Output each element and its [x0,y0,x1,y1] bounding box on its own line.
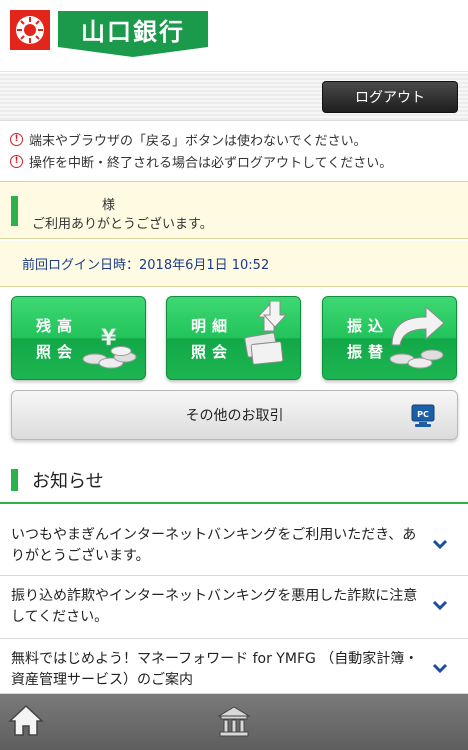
news-item-text: 無料ではじめよう！マネーフォワード for YMFG （自動家計簿・資産管理サー… [11,651,419,688]
welcome-accent-bar [11,196,18,226]
toolbar: ログアウト [0,73,468,121]
news-item-text: いつもやまぎんインターネットバンキングをご利用いただき、ありがとうございます。 [11,527,417,564]
news-item-text: 振り込め詐欺やインターネットバンキングを悪用した詐欺に注意してください。 [11,588,418,625]
button-label: 残高 照会 [36,317,79,361]
chevron-down-icon [432,600,448,611]
bank-logo-icon [10,10,50,50]
svg-text:PC: PC [417,410,429,419]
transfer-arrow-icon [389,305,445,369]
bank-building-icon[interactable] [216,704,252,740]
passbook-arrows-icon [244,301,288,365]
chevron-down-icon [432,539,448,550]
news-item[interactable]: いつもやまぎんインターネットバンキングをご利用いただき、ありがとうございます。 [0,516,468,576]
notice-text: 端末やブラウザの「戻る」ボタンは使わないでください。 [29,133,367,149]
customer-name: 様 [102,198,116,213]
alert-icon: ! [10,132,23,146]
welcome-panel: 様 ご利用ありがとうございます。 [0,181,468,239]
other-transactions-label: その他のお取引 [185,408,284,424]
bottom-nav [0,694,468,750]
transfer-button[interactable]: 振込 振替 [322,296,457,380]
notice-list: ! 端末やブラウザの「戻る」ボタンは使わないでください。 ! 操作を中断・終了さ… [0,121,468,179]
news-item[interactable]: 振り込め詐欺やインターネットバンキングを悪用した詐欺に注意してください。 [0,577,468,639]
button-label: 明細 照会 [191,317,234,361]
chevron-down-icon [432,663,448,674]
transaction-detail-button[interactable]: 明細 照会 [166,296,301,380]
notice-text: 操作を中断・終了される場合は必ずログアウトしてください。 [29,155,393,171]
last-login-info: 前回ログイン日時：2018年6月1日 10:52 [0,241,468,287]
bank-name-logo: 山口銀行 [58,11,208,57]
home-icon[interactable] [8,703,44,739]
news-section-header: お知らせ [0,456,468,504]
alert-icon: ! [10,154,23,168]
notice-item: ! 操作を中断・終了される場合は必ずログアウトしてください。 [10,150,458,172]
notice-item: ! 端末やブラウザの「戻る」ボタンは使わないでください。 [10,128,458,150]
balance-inquiry-button[interactable]: 残高 照会 ¥ [11,296,146,380]
app-header: 山口銀行 [0,0,468,72]
pc-icon: PC [411,404,435,427]
other-transactions-button[interactable]: その他のお取引 PC [11,390,458,440]
yen-coins-icon: ¥ [82,326,137,369]
welcome-message: ご利用ありがとうございます。 [32,217,213,232]
news-item[interactable]: 無料ではじめよう！マネーフォワード for YMFG （自動家計簿・資産管理サー… [0,640,468,694]
logout-button[interactable]: ログアウト [322,81,458,113]
news-section-title: お知らせ [32,471,104,492]
news-accent-bar [11,469,18,491]
